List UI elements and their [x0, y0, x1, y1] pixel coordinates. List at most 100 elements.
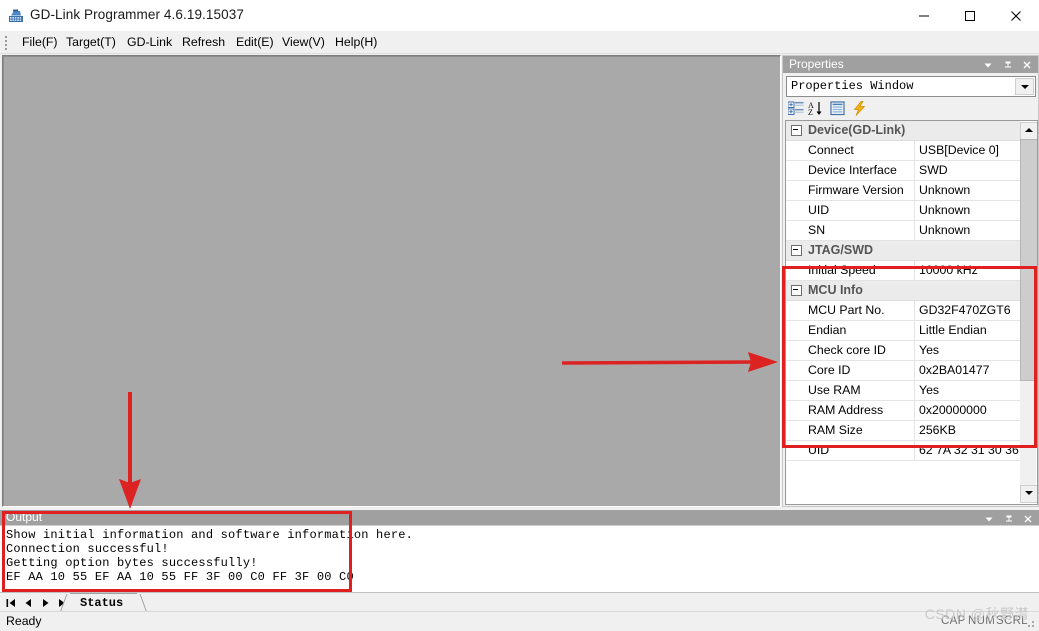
property-row-ram-address[interactable]: RAM Address 0x20000000: [786, 401, 1020, 421]
scrollbar-thumb[interactable]: [1020, 139, 1037, 381]
property-name: Firmware Version: [808, 183, 904, 197]
menu-item-target[interactable]: Target(T): [58, 31, 124, 53]
menu-item-gdlink[interactable]: GD-Link: [119, 31, 180, 53]
property-value[interactable]: USB[Device 0]: [919, 143, 999, 157]
title-bar: GD-Link Programmer 4.6.19.15037: [0, 0, 1039, 32]
property-name: Core ID: [808, 363, 851, 377]
properties-dock-buttons: [980, 57, 1035, 72]
property-row-device-interface[interactable]: Device Interface SWD: [786, 161, 1020, 181]
output-dock-buttons: [981, 511, 1036, 526]
collapse-icon[interactable]: [791, 285, 802, 296]
tab-status[interactable]: Status: [70, 593, 138, 613]
properties-vertical-scrollbar[interactable]: [1020, 122, 1037, 503]
property-group-jtag-swd[interactable]: JTAG/SWD: [786, 241, 1020, 261]
property-value[interactable]: Unknown: [919, 183, 970, 197]
property-row-core-id[interactable]: Core ID 0x2BA01477: [786, 361, 1020, 381]
properties-title-bar: Properties: [783, 56, 1038, 73]
properties-grid-rows: Device(GD-Link) Connect USB[Device 0] De…: [786, 121, 1033, 461]
application-window: GD-Link Programmer 4.6.19.15037 File(F) …: [0, 0, 1039, 631]
property-row-uid-device[interactable]: UID Unknown: [786, 201, 1020, 221]
property-value[interactable]: Yes: [919, 343, 939, 357]
properties-pin-icon[interactable]: [1000, 57, 1016, 72]
property-row-mcu-part-no[interactable]: MCU Part No. GD32F470ZGT6: [786, 301, 1020, 321]
menu-bar: File(F) Target(T) GD-Link Refresh Edit(E…: [0, 31, 1039, 54]
output-title: Output: [6, 510, 43, 524]
output-dropdown-icon[interactable]: [981, 511, 997, 526]
close-button[interactable]: [993, 0, 1039, 31]
output-pin-icon[interactable]: [1001, 511, 1017, 526]
app-icon: [8, 8, 24, 24]
property-row-use-ram[interactable]: Use RAM Yes: [786, 381, 1020, 401]
property-value[interactable]: Unknown: [919, 223, 970, 237]
output-line: Connection successful!: [6, 542, 169, 556]
property-value[interactable]: 256KB: [919, 423, 956, 437]
events-lightning-icon[interactable]: [851, 100, 869, 117]
chevron-down-icon[interactable]: [1015, 78, 1034, 95]
property-value[interactable]: 62 7A 32 31 30 36 ...: [919, 443, 1033, 457]
properties-title: Properties: [789, 57, 844, 71]
property-pages-icon[interactable]: [829, 100, 847, 117]
property-name: SN: [808, 223, 826, 237]
property-row-initial-speed[interactable]: Initial Speed 10000 kHz: [786, 261, 1020, 281]
nav-next-button[interactable]: [38, 595, 53, 610]
output-line: Getting option bytes successfully!: [6, 556, 258, 570]
alphabetical-sort-icon[interactable]: A Z: [807, 100, 825, 117]
collapse-icon[interactable]: [791, 245, 802, 256]
nav-first-button[interactable]: [4, 595, 19, 610]
property-value[interactable]: 0x2BA01477: [919, 363, 989, 377]
property-name: Initial Speed: [808, 263, 876, 277]
properties-toolbar: A Z: [785, 99, 1036, 118]
output-text-area[interactable]: Show initial information and software in…: [0, 525, 1039, 593]
menu-grip-icon: [5, 36, 8, 50]
property-group-mcu-info[interactable]: MCU Info: [786, 281, 1020, 301]
property-row-firmware-version[interactable]: Firmware Version Unknown: [786, 181, 1020, 201]
properties-object-combo[interactable]: Properties Window: [786, 76, 1036, 97]
property-group-label: MCU Info: [808, 283, 863, 297]
menu-item-help[interactable]: Help(H): [327, 31, 385, 53]
properties-combo-value: Properties Window: [791, 79, 914, 93]
property-name: RAM Address: [808, 403, 884, 417]
property-row-endian[interactable]: Endian Little Endian: [786, 321, 1020, 341]
property-name: UID: [808, 443, 830, 457]
property-value[interactable]: Yes: [919, 383, 939, 397]
status-bar: Ready CAP NUM SCRL: [0, 611, 1039, 631]
status-message: Ready: [6, 614, 42, 628]
categorized-view-icon[interactable]: [787, 100, 805, 117]
output-panel: Output Show initial information and soft…: [0, 510, 1039, 593]
property-value[interactable]: Unknown: [919, 203, 970, 217]
property-row-check-core-id[interactable]: Check core ID Yes: [786, 341, 1020, 361]
menu-item-refresh[interactable]: Refresh: [174, 31, 233, 53]
collapse-icon[interactable]: [791, 125, 802, 136]
nav-prev-button[interactable]: [21, 595, 36, 610]
output-close-icon[interactable]: [1020, 511, 1036, 526]
property-row-connect[interactable]: Connect USB[Device 0]: [786, 141, 1020, 161]
property-value[interactable]: GD32F470ZGT6: [919, 303, 1011, 317]
properties-close-icon[interactable]: [1019, 57, 1035, 72]
property-row-uid-mcu[interactable]: UID 62 7A 32 31 30 36 ...: [786, 441, 1033, 461]
property-name: UID: [808, 203, 830, 217]
property-value[interactable]: 10000 kHz: [919, 263, 978, 277]
minimize-button[interactable]: [901, 0, 947, 31]
output-title-bar: Output: [0, 510, 1039, 525]
scroll-down-icon[interactable]: [1020, 485, 1037, 503]
scroll-up-icon[interactable]: [1020, 122, 1037, 140]
property-name: RAM Size: [808, 423, 863, 437]
property-group-label: Device(GD-Link): [808, 123, 906, 137]
property-name: Use RAM: [808, 383, 861, 397]
property-value[interactable]: Little Endian: [919, 323, 987, 337]
window-title: GD-Link Programmer 4.6.19.15037: [30, 7, 244, 22]
property-name: Device Interface: [808, 163, 897, 177]
properties-panel: Properties Properties Window A Z Device(…: [782, 55, 1039, 507]
property-value[interactable]: SWD: [919, 163, 948, 177]
property-group-device[interactable]: Device(GD-Link): [786, 121, 1020, 141]
property-group-label: JTAG/SWD: [808, 243, 874, 257]
property-row-sn[interactable]: SN Unknown: [786, 221, 1020, 241]
menu-item-view[interactable]: View(V): [274, 31, 333, 53]
maximize-button[interactable]: [947, 0, 993, 31]
output-line: Show initial information and software in…: [6, 528, 414, 542]
property-row-ram-size[interactable]: RAM Size 256KB: [786, 421, 1020, 441]
properties-dropdown-icon[interactable]: [980, 57, 996, 72]
property-name: Connect: [808, 143, 854, 157]
properties-grid[interactable]: Device(GD-Link) Connect USB[Device 0] De…: [785, 120, 1038, 505]
property-value[interactable]: 0x20000000: [919, 403, 987, 417]
